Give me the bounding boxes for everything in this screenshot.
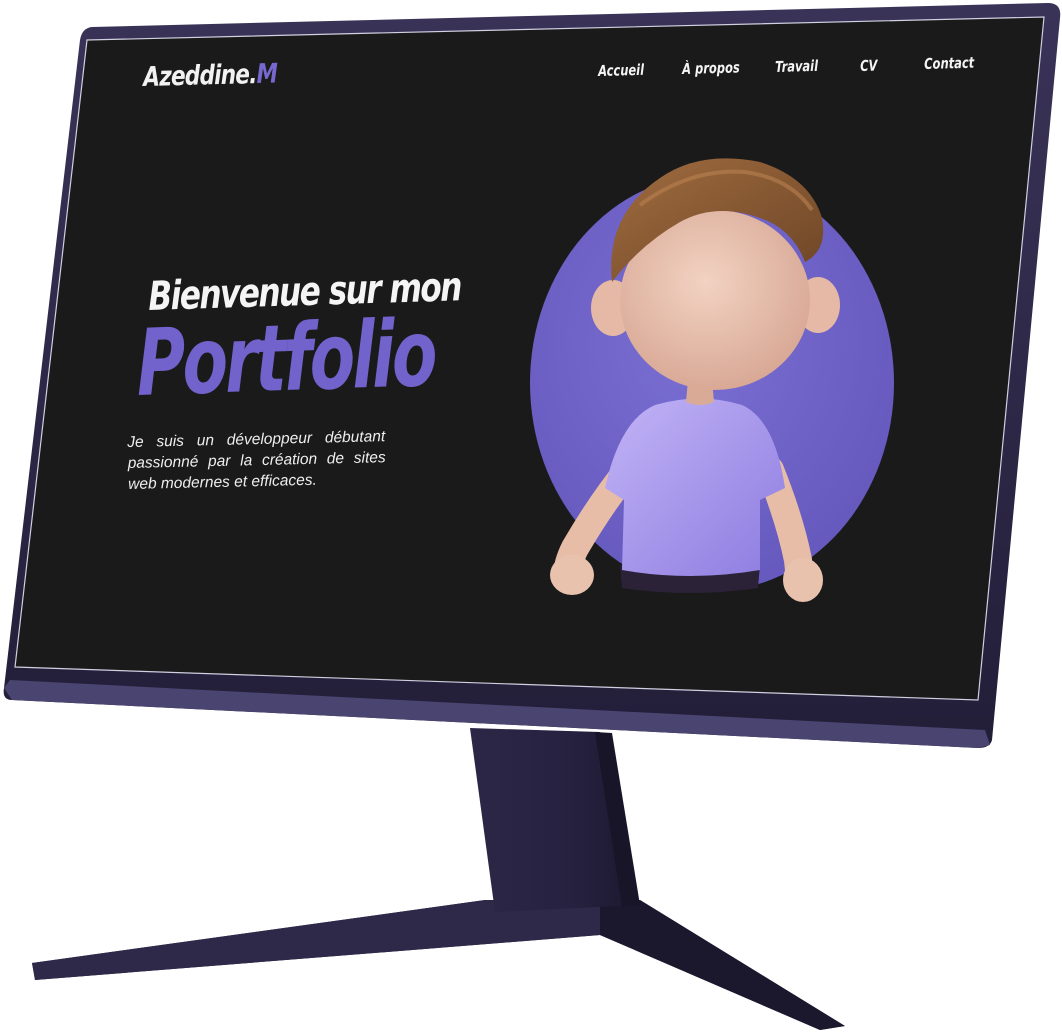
logo-name: Azeddine. xyxy=(143,59,257,93)
nav-contact[interactable]: Contact xyxy=(924,54,974,73)
site-logo[interactable]: Azeddine.M xyxy=(143,58,277,93)
nav-accueil[interactable]: Accueil xyxy=(598,61,644,80)
nav-cv[interactable]: CV xyxy=(860,57,878,75)
nav-a-propos[interactable]: À propos xyxy=(682,58,740,78)
nav-travail[interactable]: Travail xyxy=(775,57,818,76)
avatar-shirt xyxy=(605,398,785,576)
logo-accent: M xyxy=(256,58,278,91)
monitor-mockup xyxy=(3,3,1061,1030)
